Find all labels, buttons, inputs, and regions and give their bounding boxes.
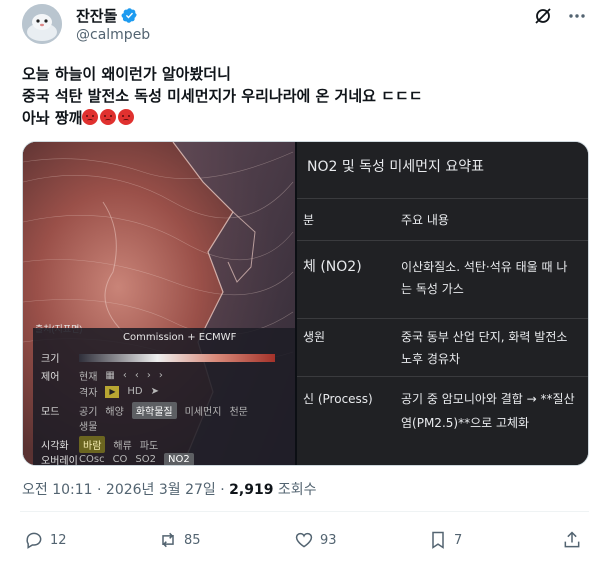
like-icon (295, 532, 313, 548)
mode-label: 모드 (41, 407, 60, 418)
table-cell: 공기 중 암모니아와 결합 → **질산 (401, 392, 575, 406)
control-grid[interactable]: 격자 (79, 384, 97, 399)
verified-badge-icon (121, 7, 138, 24)
table-cell: 생원 (303, 330, 326, 344)
table-row: 신 (Process) 공기 중 암모니아와 결합 → **질산 염(PM2.5… (297, 376, 588, 456)
repost-button[interactable]: 85 (158, 530, 201, 550)
table-cell: 신 (Process) (303, 392, 373, 406)
table-cell: 노후 경유차 (401, 352, 461, 366)
overlay-option[interactable]: SO2 (135, 454, 156, 465)
author-handle[interactable]: @calmpeb (76, 27, 150, 43)
mode-option[interactable]: 천문 (229, 403, 247, 418)
hd-toggle[interactable]: HD (127, 386, 142, 397)
more-icon[interactable] (567, 6, 587, 26)
table-cell: 이산화질소. 석탄·석유 태울 때 나 (401, 260, 568, 274)
play-icon[interactable]: ▶ (105, 385, 120, 398)
repost-icon (162, 532, 174, 548)
table-cell: 는 독성 가스 (401, 282, 464, 296)
visual-option-selected[interactable]: 바람 (79, 436, 106, 453)
data-source-label: Commission + ECMWF (123, 332, 237, 343)
grok-icon[interactable] (533, 6, 553, 26)
overlay-label: 오버레이 (41, 456, 78, 465)
size-label: 크기 (41, 354, 60, 365)
tweet-text: 오늘 하늘이 왜이런가 알아봤더니 중국 석탄 발전소 독성 미세먼지가 우리나… (22, 63, 582, 129)
tweet-line: 오늘 하늘이 왜이런가 알아봤더니 (22, 65, 231, 83)
map-control-panel: Commission + ECMWF 크기 제어 현재 ▦ ‹ ‹ › › 격자… (33, 328, 295, 465)
visual-option[interactable]: 해류 (113, 437, 131, 452)
chevron-left-icon[interactable]: ‹ (135, 370, 139, 381)
bookmark-icon (432, 531, 444, 549)
angry-face-icon (100, 109, 117, 125)
tweet-meta: 오전 10:11 · 2026년 3월 27일 · 2,919 조회수 (22, 479, 317, 499)
view-label: 조회수 (273, 482, 317, 498)
color-scale-bar (79, 353, 275, 362)
mode-option[interactable]: 미세먼지 (185, 403, 222, 418)
chevron-right-icon[interactable]: › (147, 370, 151, 381)
overlay-option[interactable]: CO (113, 454, 128, 465)
table-cell: 염(PM2.5)**으로 고체화 (401, 416, 530, 430)
tweet-header: 잔잔돌 @calmpeb (20, 0, 589, 50)
overlay-option[interactable]: COsc (79, 454, 105, 465)
reply-icon (26, 532, 42, 549)
chevron-left-icon[interactable]: ‹ (123, 370, 127, 381)
table-title: NO2 및 독성 미세먼지 요약표 (307, 159, 484, 175)
action-bar: 12 85 93 7 (20, 527, 589, 557)
chevron-right-icon[interactable]: › (159, 370, 163, 381)
angry-face-icon (118, 109, 135, 125)
table-header-cell: 주요 내용 (401, 213, 449, 227)
mode-option[interactable]: 해양 (105, 403, 123, 418)
summary-table-image[interactable]: NO2 및 독성 미세먼지 요약표 분 주요 내용 체 (NO2) 이산화질소.… (297, 142, 588, 465)
reply-count: 12 (50, 532, 67, 548)
divider (20, 511, 589, 512)
overlay-option-selected[interactable]: NO2 (164, 453, 194, 465)
like-count: 93 (320, 532, 337, 548)
mode-option[interactable]: 생물 (79, 418, 97, 433)
bookmark-button[interactable]: 7 (428, 530, 462, 550)
like-button[interactable]: 93 (294, 530, 337, 550)
table-row: 생원 중국 동부 산업 단지, 화력 발전소 노후 경유차 (297, 318, 588, 376)
table-cell: 체 (NO2) (303, 259, 362, 275)
mode-option[interactable]: 공기 (79, 403, 97, 418)
reply-button[interactable]: 12 (24, 530, 67, 550)
location-icon[interactable]: ➤ (151, 386, 159, 397)
calendar-icon[interactable]: ▦ (105, 370, 114, 381)
pollution-map-image[interactable]: 출처(지표면) Commission + ECMWF 크기 제어 현재 ▦ ‹ … (23, 142, 295, 465)
share-button[interactable] (562, 530, 582, 550)
mode-option-selected[interactable]: 화학물질 (131, 402, 177, 419)
control-now[interactable]: 현재 (79, 368, 97, 383)
avatar[interactable] (22, 4, 62, 44)
share-icon (564, 531, 580, 548)
tweet-line-text: 아놔 짱깨 (22, 109, 83, 127)
tweet-media[interactable]: 출처(지표면) Commission + ECMWF 크기 제어 현재 ▦ ‹ … (22, 141, 589, 466)
angry-face-icon (82, 109, 99, 125)
control-label: 제어 (41, 372, 60, 383)
tweet-timestamp[interactable]: 오전 10:11 · 2026년 3월 27일 · (22, 482, 229, 498)
table-cell: 중국 동부 산업 단지, 화력 발전소 (401, 330, 568, 344)
table-row: 체 (NO2) 이산화질소. 석탄·석유 태울 때 나 는 독성 가스 (297, 240, 588, 318)
bookmark-count: 7 (454, 532, 463, 548)
table-header-cell: 분 (303, 213, 315, 227)
tweet-line: 아놔 짱깨 (22, 107, 582, 129)
table-header-row: 분 주요 내용 (297, 198, 588, 240)
visual-label: 시각화 (41, 441, 69, 452)
tweet-line: 중국 석탄 발전소 독성 미세먼지가 우리나라에 온 거네요 ㄷㄷㄷ (22, 87, 423, 105)
visual-option[interactable]: 파도 (140, 437, 158, 452)
repost-count: 85 (184, 532, 201, 548)
author-name[interactable]: 잔잔돌 (76, 5, 117, 26)
view-count: 2,919 (229, 482, 274, 498)
